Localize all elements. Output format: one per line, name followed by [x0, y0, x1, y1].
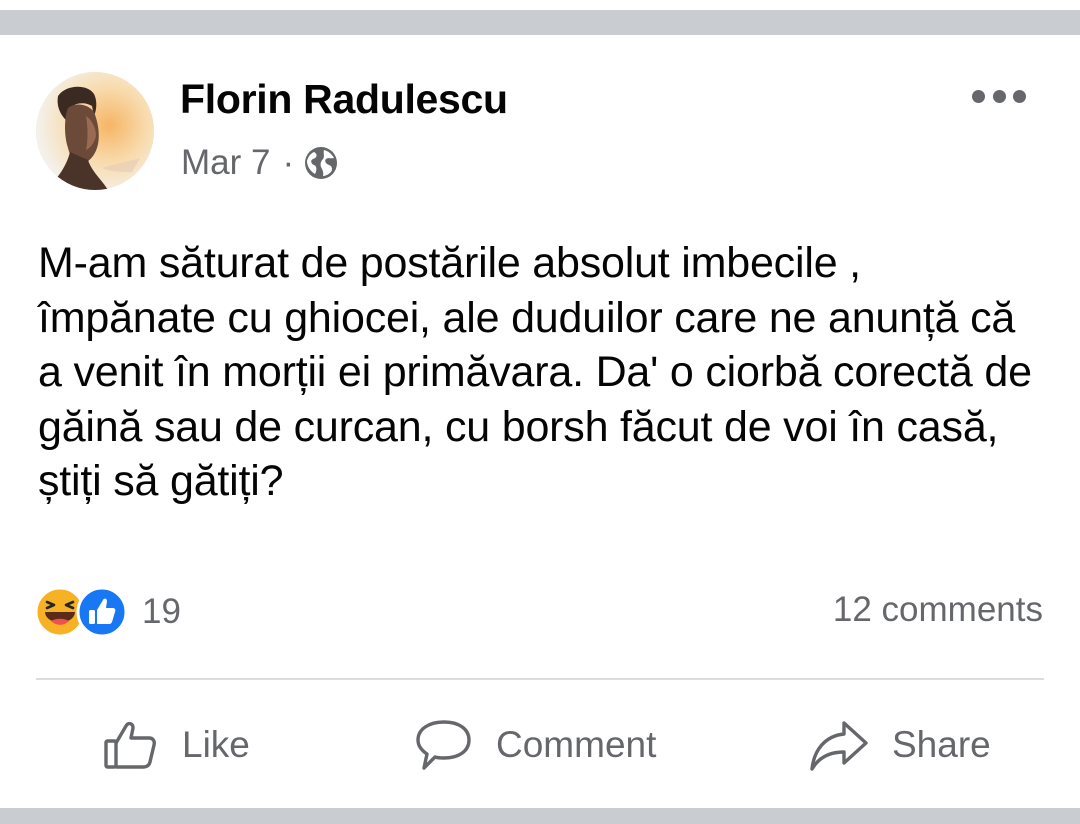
like-button[interactable]: Like [102, 712, 250, 778]
more-options-icon[interactable] [972, 84, 1026, 108]
share-button[interactable]: Share [808, 712, 991, 778]
author-name[interactable]: Florin Radulescu [180, 76, 508, 123]
divider [36, 678, 1044, 680]
share-label: Share [892, 724, 991, 765]
comment-button[interactable]: Comment [414, 712, 656, 778]
more-dot [1013, 89, 1026, 103]
more-dot [972, 89, 985, 103]
bottom-separator-band [0, 808, 1080, 824]
share-arrow-icon [810, 721, 868, 771]
top-separator-band [0, 10, 1080, 35]
reaction-summary[interactable]: 19 [34, 586, 181, 638]
post-date[interactable]: Mar 7 [181, 143, 270, 183]
like-label: Like [182, 724, 250, 765]
thumbs-up-reaction-icon [76, 586, 128, 638]
author-avatar[interactable] [36, 72, 154, 190]
speech-bubble-icon [416, 720, 471, 770]
comments-count[interactable]: 12 comments [833, 590, 1043, 630]
comment-label: Comment [496, 724, 657, 765]
avatar-photo [36, 72, 154, 190]
meta-separator: · [282, 143, 295, 182]
thumbs-up-icon [104, 721, 156, 769]
globe-icon[interactable] [304, 146, 338, 180]
more-dot [992, 89, 1006, 103]
post-meta: Mar 7 · [181, 140, 338, 186]
post-text: M-am săturat de postările absolut imbeci… [38, 239, 1032, 505]
reaction-count: 19 [142, 592, 181, 631]
top-bar [0, 0, 1080, 10]
